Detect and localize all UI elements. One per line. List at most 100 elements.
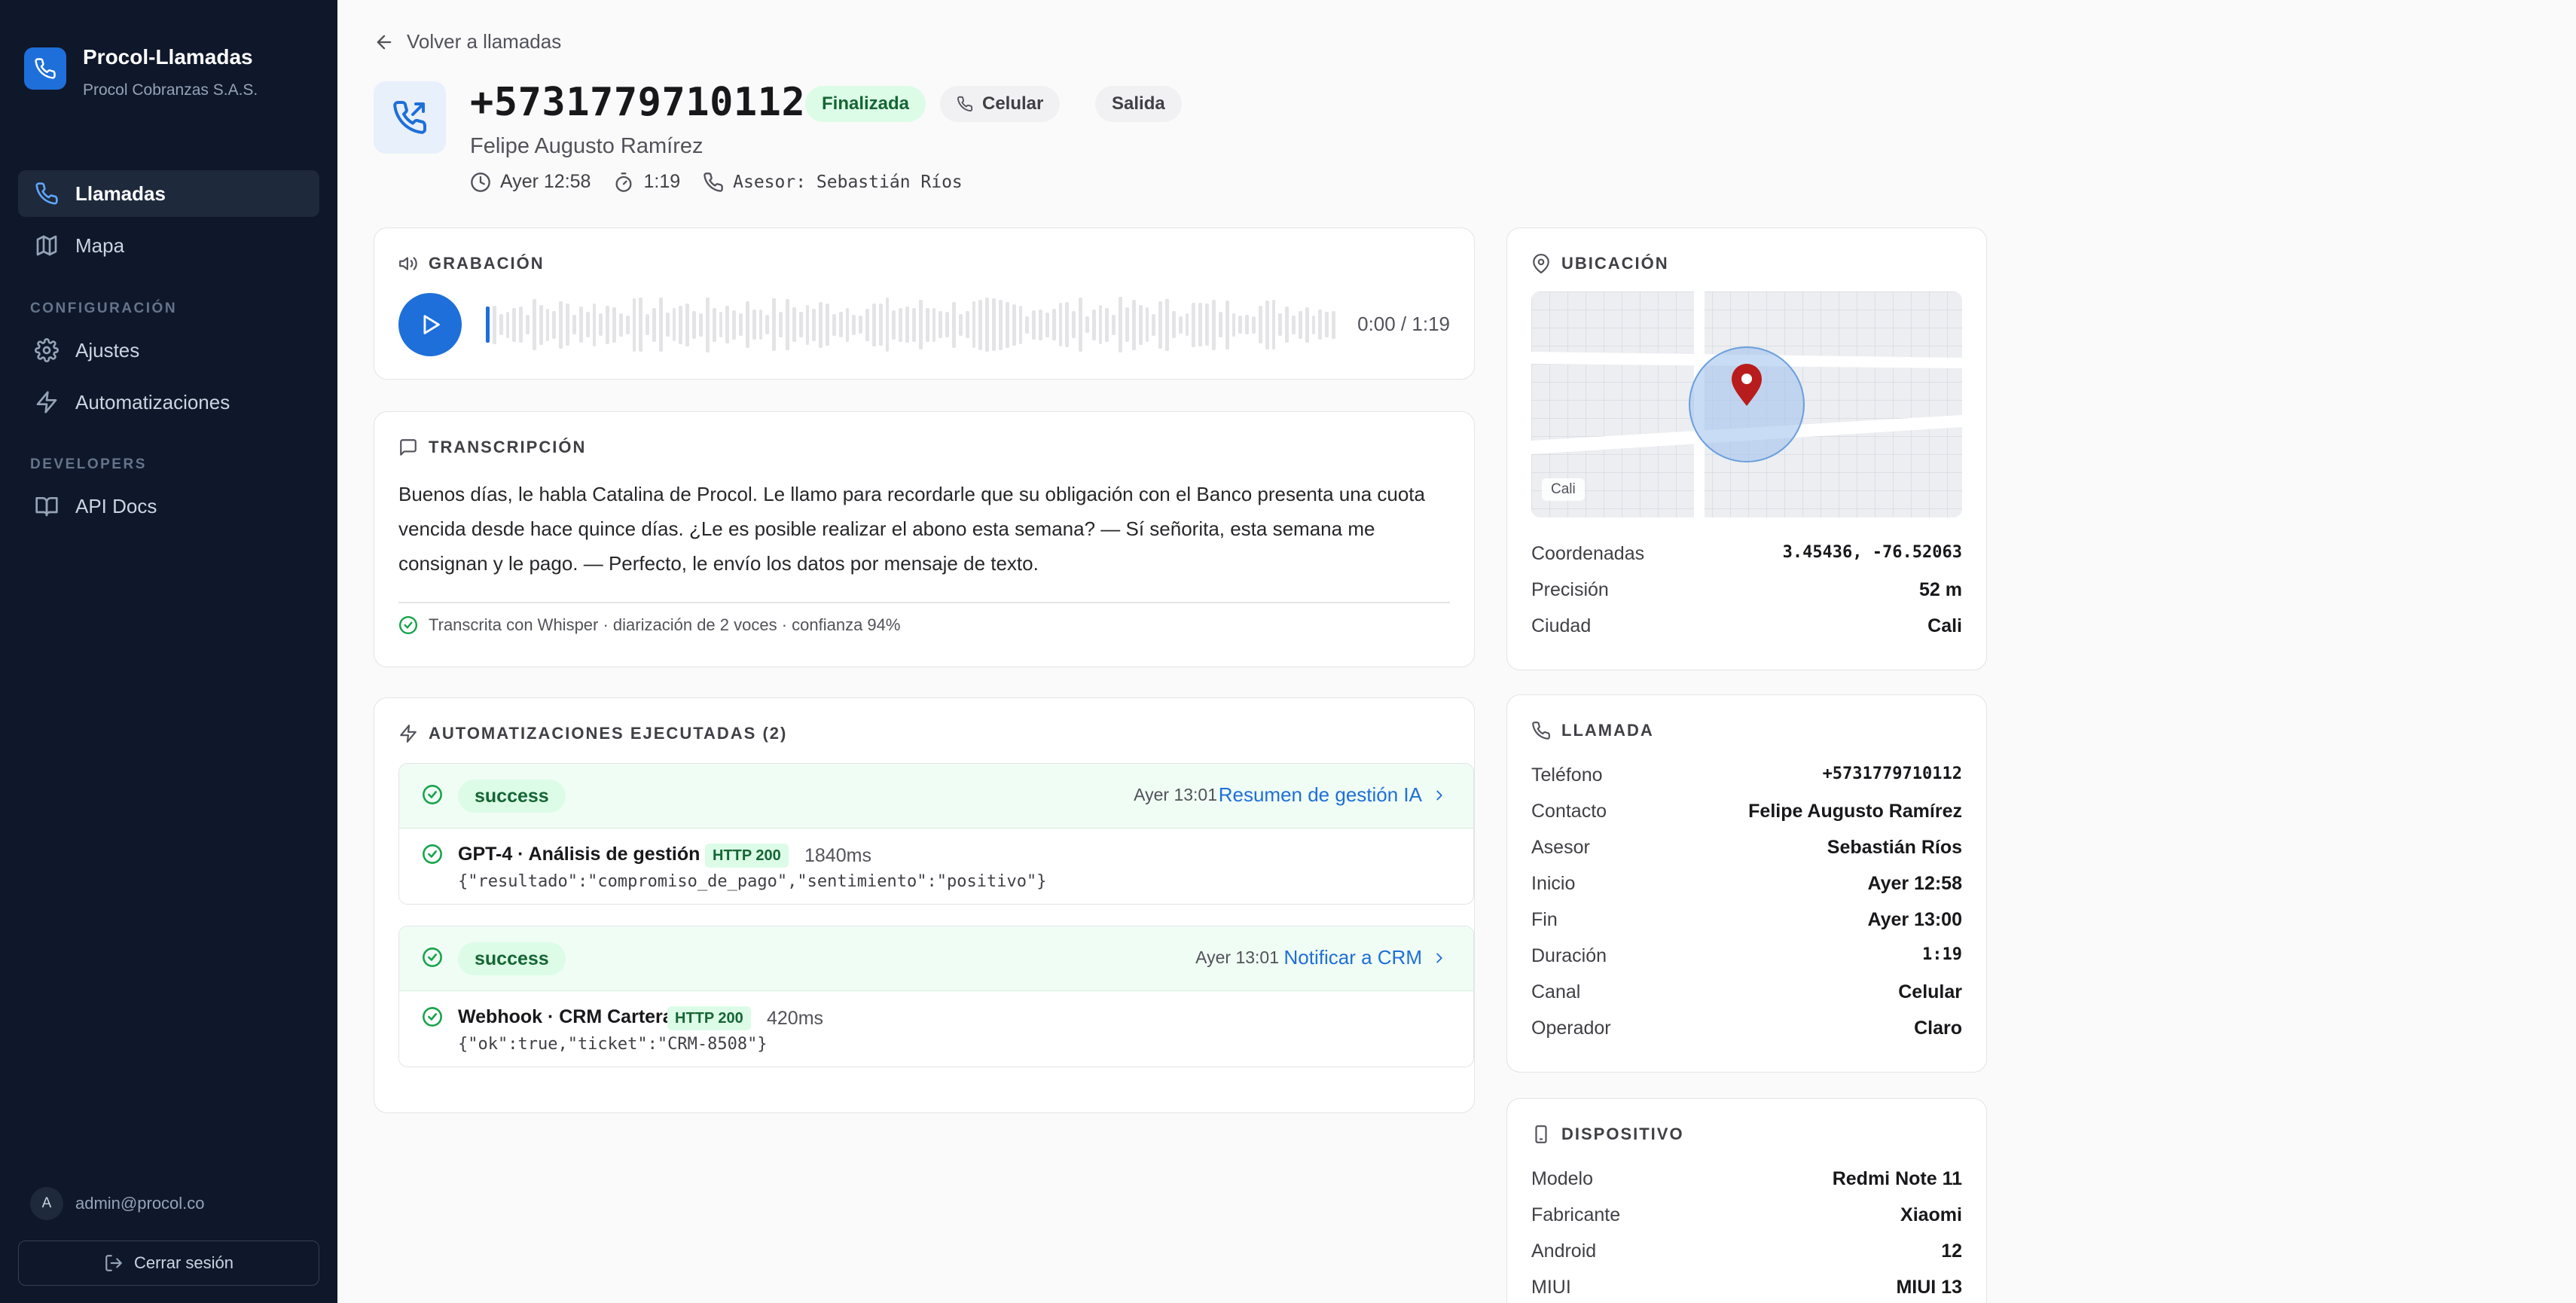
map-pin-icon xyxy=(1533,254,1549,273)
logout-button[interactable]: Cerrar sesión xyxy=(18,1240,319,1286)
waveform-bar xyxy=(1018,305,1023,344)
waveform-scrubber[interactable] xyxy=(486,294,1335,355)
waveform-bar xyxy=(978,299,983,350)
waveform-bar xyxy=(785,299,789,350)
waveform-bar xyxy=(1292,315,1296,334)
row-value: Felipe Augusto Ramírez xyxy=(1748,801,1962,822)
gear-icon xyxy=(35,338,59,362)
waveform-bar xyxy=(1205,304,1209,346)
waveform-bar xyxy=(552,310,557,339)
waveform-bar xyxy=(1152,313,1156,336)
logout-icon xyxy=(105,1255,122,1271)
sidebar-item-mapa[interactable]: Mapa xyxy=(18,222,319,269)
row-value: 3.45436, -76.52063 xyxy=(1782,543,1962,562)
automation-run: success Ayer 13:01 Resumen de gestión IA… xyxy=(398,763,1474,905)
call-row: Contacto Felipe Augusto Ramírez xyxy=(1531,801,1962,822)
automation-link-label: Resumen de gestión IA xyxy=(1218,783,1422,806)
status-badge: success xyxy=(458,780,566,813)
sidebar-item-automatizaciones[interactable]: Automatizaciones xyxy=(18,379,319,426)
waveform-bar xyxy=(885,298,890,352)
waveform-bar xyxy=(592,303,597,346)
automation-link[interactable]: Notificar a CRM xyxy=(1284,946,1448,969)
phone-icon xyxy=(704,172,723,192)
waveform-bar xyxy=(845,307,850,342)
waveform-bar xyxy=(1012,304,1016,346)
waveform-bar xyxy=(1098,305,1103,344)
waveform-bar xyxy=(1025,316,1030,334)
waveform-bar xyxy=(779,312,783,337)
call-row: Operador Claro xyxy=(1531,1018,1962,1039)
waveform-bar xyxy=(832,313,836,336)
waveform-bar xyxy=(838,312,843,337)
waveform-bar xyxy=(639,298,643,352)
waveform-bar xyxy=(859,316,863,334)
row-value: Celular xyxy=(1898,981,1962,1002)
waveform-bar xyxy=(1145,307,1149,342)
play-button[interactable] xyxy=(398,293,462,356)
waveform-bar xyxy=(1131,299,1136,350)
location-title: UBICACIÓN xyxy=(1531,254,1669,273)
call-meta: Ayer 12:58 1:19 Asesor: Sebastián Ríos xyxy=(470,171,973,193)
waveform-bar xyxy=(1192,302,1196,347)
waveform-bar xyxy=(545,308,550,341)
automation-run: success Ayer 13:01 Notificar a CRM Webho… xyxy=(398,926,1474,1067)
row-key: Ciudad xyxy=(1531,615,1592,636)
waveform-bar xyxy=(739,313,743,336)
sidebar-item-api-docs[interactable]: API Docs xyxy=(18,483,319,529)
transcript-title-text: TRANSCRIPCIÓN xyxy=(429,438,587,456)
waveform-bar xyxy=(1252,316,1256,334)
check-circle-icon xyxy=(423,844,442,864)
waveform-bar xyxy=(819,301,823,348)
phone-icon xyxy=(957,96,973,111)
phone-icon xyxy=(24,47,66,90)
waveform-bar xyxy=(1085,316,1089,333)
waveform-bar xyxy=(952,301,956,348)
org-name: Procol Cobranzas S.A.S. xyxy=(83,81,258,99)
waveform-bar xyxy=(752,310,756,340)
waveform-bar xyxy=(646,314,650,335)
automation-link[interactable]: Resumen de gestión IA xyxy=(1219,783,1448,807)
waveform-bar xyxy=(1171,311,1176,338)
step-payload: {"resultado":"compromiso_de_pago","senti… xyxy=(458,872,1047,891)
call-row: Inicio Ayer 12:58 xyxy=(1531,873,1962,895)
back-link[interactable]: Volver a llamadas xyxy=(374,30,561,53)
row-key: Precisión xyxy=(1531,579,1609,600)
waveform-bar xyxy=(1158,301,1163,349)
location-row: Coordenadas 3.45436, -76.52063 xyxy=(1531,543,1962,565)
playback-time: 0:00 / 1:19 xyxy=(1357,313,1450,335)
recording-title: GRABACIÓN xyxy=(398,254,545,273)
automations-title-text: AUTOMATIZACIONES EJECUTADAS (2) xyxy=(429,724,788,743)
waveform-bar xyxy=(985,298,990,352)
run-time: Ayer 13:01 xyxy=(1195,947,1279,967)
waveform-bar xyxy=(945,312,950,337)
sidebar-item-label: Ajustes xyxy=(75,338,140,362)
row-value: 12 xyxy=(1941,1240,1962,1262)
row-key: Operador xyxy=(1531,1018,1611,1039)
waveform-bar xyxy=(532,299,536,350)
nav-section-config: CONFIGURACIÓN xyxy=(30,301,178,316)
location-row: Precisión 52 m xyxy=(1531,579,1962,601)
device-row: MIUI MIUI 13 xyxy=(1531,1277,1962,1298)
waveform-bar xyxy=(918,300,923,349)
waveform-bar xyxy=(1165,298,1169,351)
check-circle-icon xyxy=(423,1007,442,1027)
sidebar-item-llamadas[interactable]: Llamadas xyxy=(18,170,319,217)
device-card: DISPOSITIVO Modelo Redmi Note 11 Fabrican… xyxy=(1506,1098,1987,1303)
waveform-bar xyxy=(1091,309,1096,340)
check-circle-icon xyxy=(398,615,418,635)
location-map[interactable]: Cali xyxy=(1531,291,1962,517)
waveform-bar xyxy=(1065,302,1070,347)
waveform-bar xyxy=(679,305,683,344)
sidebar-item-ajustes[interactable]: Ajustes xyxy=(18,327,319,374)
waveform-bar xyxy=(798,312,803,337)
device-title: DISPOSITIVO xyxy=(1531,1124,1684,1144)
phone-icon xyxy=(1532,722,1550,740)
waveform-bar xyxy=(1285,307,1290,343)
step-payload: {"ok":true,"ticket":"CRM-8508"} xyxy=(458,1035,768,1054)
waveform-bar xyxy=(1032,310,1036,340)
waveform-bar xyxy=(685,303,690,346)
waveform-bar xyxy=(1278,313,1283,336)
automations-title: AUTOMATIZACIONES EJECUTADAS (2) xyxy=(398,724,787,743)
row-value: MIUI 13 xyxy=(1896,1277,1962,1298)
row-value: Ayer 12:58 xyxy=(1867,873,1962,894)
